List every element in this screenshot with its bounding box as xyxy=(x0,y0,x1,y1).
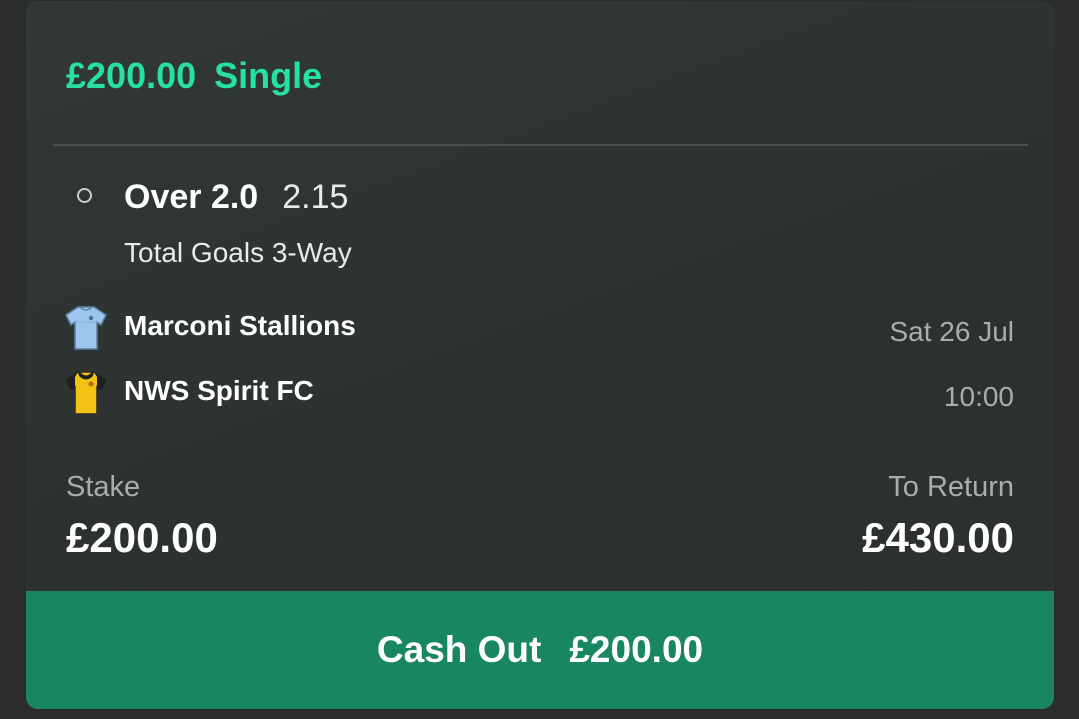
selection-status-icon xyxy=(77,188,92,203)
match-time: 10:00 xyxy=(943,381,1014,412)
cash-out-amount: £200.00 xyxy=(569,629,704,670)
match-date: Sat 26 Jul xyxy=(889,316,1014,347)
stake-value: £200.00 xyxy=(66,514,218,561)
away-team-name: NWS Spirit FC xyxy=(124,375,314,406)
to-return-label: To Return xyxy=(888,471,1014,503)
bet-stake-amount: £200.00 xyxy=(66,55,197,96)
bet-type: Single xyxy=(214,55,323,96)
cash-out-label: Cash Out xyxy=(376,629,542,670)
away-team-row: NWS Spirit FC 10:00 xyxy=(64,369,1014,419)
yellow-black-shirt-icon xyxy=(65,371,107,415)
cash-out-button[interactable]: Cash Out £200.00 xyxy=(26,591,1054,709)
to-return-value: £430.00 xyxy=(862,514,1014,561)
market-name: Total Goals 3-Way xyxy=(124,237,352,268)
stake-label: Stake xyxy=(66,471,141,503)
selection-name: Over 2.0 xyxy=(124,178,259,216)
bet-header: £200.00 Single xyxy=(66,55,322,97)
selection-line: Over 2.0 2.15 xyxy=(124,178,348,217)
light-blue-shirt-icon xyxy=(65,306,107,350)
selection-odds: 2.15 xyxy=(282,178,349,216)
bet-card: £200.00 Single Over 2.0 2.15 Total Goals 3… xyxy=(26,1,1054,709)
home-team-name: Marconi Stallions xyxy=(124,310,356,341)
home-team-row: Marconi Stallions Sat 26 Jul xyxy=(64,304,1014,354)
divider xyxy=(53,144,1028,146)
